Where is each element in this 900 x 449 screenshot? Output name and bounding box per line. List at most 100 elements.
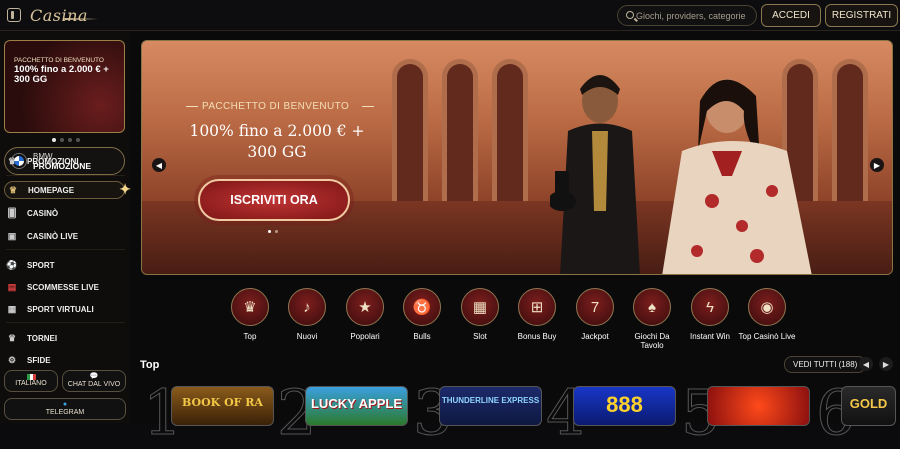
category-top-casino-live[interactable]: ◉ Top Casinò Live [738, 288, 796, 341]
category-instant-win[interactable]: ϟ Instant Win [681, 288, 739, 341]
logo-swash [64, 18, 98, 20]
sidebar-item-tornei[interactable]: ♛ TORNEI [6, 331, 57, 345]
game-tile[interactable]: BOOK OF RA [171, 386, 274, 426]
sidebar-item-label: CASINÒ LIVE [27, 231, 79, 241]
sidebar-item-label: SCOMMESSE LIVE [27, 282, 100, 292]
language-label: ITALIANO [15, 380, 47, 387]
gift-box-icon: ⊞ [518, 288, 556, 326]
game-title: GOLD [849, 396, 888, 411]
category-label: Top [243, 332, 257, 341]
search-box[interactable] [617, 5, 757, 26]
category-slot[interactable]: ▦ Slot [451, 288, 509, 341]
sidebar-promo-card[interactable]: PACCHETTO DI BENVENUTO 100% fino a 2.000… [4, 40, 125, 133]
sidebar-item-label: PROMOZIONI [27, 156, 79, 166]
matador-figure [550, 75, 640, 274]
sidebar-item-sport-virtuali[interactable]: ▦ SPORT VIRTUALI [6, 302, 94, 316]
main-content: PACCHETTO DI BENVENUTO 100% fino a 2.000… [131, 32, 900, 444]
sidebar: PACCHETTO DI BENVENUTO 100% fino a 2.000… [0, 32, 131, 423]
sidebar-item-homepage[interactable]: ♕ HOMEPAGE ✦ [4, 181, 131, 199]
dancer-figure [662, 79, 812, 274]
lightning-icon: ϟ [691, 288, 729, 326]
live-chat-button[interactable]: 💬 CHAT DAL VIVO [62, 370, 126, 392]
category-giochi-da-tavolo[interactable]: ♠ Giochi Da Tavolo [623, 288, 681, 350]
search-icon [626, 11, 634, 19]
ornament-right [362, 106, 374, 107]
category-bulls[interactable]: ♉ Bulls [393, 288, 451, 341]
category-label: Slot [473, 332, 487, 341]
top-bar: Casina ACCEDI REGISTRATI [0, 0, 900, 31]
category-label: Bulls [413, 332, 431, 341]
casino-logo[interactable]: Casina [30, 6, 88, 25]
arena-arch [442, 59, 478, 209]
telegram-icon: ● [62, 401, 68, 408]
sidebar-item-label: CASINÒ [27, 208, 59, 218]
sidebar-item-label: SFIDE [27, 355, 51, 365]
sidebar-item-casino[interactable]: 🂠 CASINÒ [6, 206, 58, 220]
telegram-button[interactable]: ● TELEGRAM [4, 398, 126, 420]
category-top[interactable]: ♛ Top [221, 288, 279, 341]
category-label: Top Casinò Live [738, 332, 796, 341]
game-title: 888 [606, 392, 643, 417]
sidebar-item-scommesse-live[interactable]: ▤ SCOMMESSE LIVE [6, 280, 99, 294]
category-bar: ♛ Top ♪ Nuovi ★ Popolari ♉ Bulls ▦ Slot ⊞ Bonu… [221, 288, 851, 358]
carousel-next-icon[interactable]: ▶ [879, 357, 893, 371]
game-title: BOOK OF RA [182, 396, 263, 409]
divider [6, 249, 125, 250]
telegram-label: TELEGRAM [45, 409, 85, 416]
hero-title: 100% fino a 2.000 € + 300 GG [189, 122, 365, 161]
sidebar-item-sport[interactable]: ⚽ SPORT [6, 258, 55, 272]
see-all-button[interactable]: VEDI TUTTI (188) [784, 356, 867, 373]
promo-carousel-dots [52, 138, 80, 142]
game-title: LUCKY APPLE [310, 396, 402, 411]
divider [6, 322, 125, 323]
category-label: Bonus Buy [517, 332, 557, 341]
game-tile[interactable]: GOLD [841, 386, 896, 426]
sidebar-item-promozioni[interactable]: ♛ PROMOZIONI [6, 154, 79, 168]
hero-prev-arrow-icon[interactable]: ◀ [152, 158, 166, 172]
game-title: THUNDERLINE EXPRESS [441, 396, 540, 405]
register-button[interactable]: REGISTRATI [825, 4, 898, 27]
carousel-prev-icon[interactable]: ◀ [859, 357, 873, 371]
promo-eyebrow: PACCHETTO DI BENVENUTO [14, 57, 104, 64]
arena-arch [832, 59, 868, 209]
challenge-icon: ⚙ [7, 354, 17, 365]
seven-icon: 7 [576, 288, 614, 326]
category-bonus-buy[interactable]: ⊞ Bonus Buy [508, 288, 566, 341]
game-tile[interactable]: LUCKY APPLE [305, 386, 408, 426]
category-popolari[interactable]: ★ Popolari [336, 288, 394, 341]
hero-next-arrow-icon[interactable]: ▶ [870, 158, 884, 172]
login-button[interactable]: ACCEDI [761, 4, 821, 27]
live-bet-icon: ▤ [7, 281, 17, 292]
ball-icon: ⚽ [6, 259, 18, 270]
chat-label: CHAT DAL VIVO [67, 381, 121, 388]
signup-cta-button[interactable]: ISCRIVITI ORA [198, 179, 350, 221]
sparkle-icon: ✦ [119, 181, 131, 197]
cards-icon: ♠ [633, 288, 671, 326]
hero-subtitle: PACCHETTO DI BENVENUTO [202, 101, 350, 112]
sidebar-item-label: TORNEI [27, 333, 58, 343]
arena-arch [392, 59, 428, 209]
game-tile[interactable] [707, 386, 810, 426]
category-label: Instant Win [689, 332, 730, 341]
sidebar-item-label: SPORT VIRTUALI [27, 304, 94, 314]
game-tile[interactable]: 888 [573, 386, 676, 426]
sidebar-item-sfide[interactable]: ⚙ SFIDE [6, 353, 51, 367]
language-selector[interactable]: ITALIANO [4, 370, 58, 392]
trophy-icon: ♛ [7, 332, 17, 343]
cards-icon: 🂠 [7, 207, 17, 218]
game-tile[interactable]: THUNDERLINE EXPRESS [439, 386, 542, 426]
sidebar-item-label: SPORT [27, 260, 55, 270]
promo-headline: 100% fino a 2.000 € + 300 GG [14, 64, 109, 85]
sidebar-toggle-icon[interactable] [7, 8, 21, 22]
sidebar-item-casino-live[interactable]: ▣ CASINÒ LIVE [6, 229, 78, 243]
section-title-top: Top [140, 359, 160, 371]
chat-icon: 💬 [89, 373, 99, 380]
search-input[interactable] [636, 8, 754, 24]
crown-icon: ♛ [231, 288, 269, 326]
category-nuovi[interactable]: ♪ Nuovi [278, 288, 336, 341]
category-jackpot[interactable]: 7 Jackpot [566, 288, 624, 341]
category-label: Popolari [350, 332, 380, 341]
hero-banner[interactable]: PACCHETTO DI BENVENUTO 100% fino a 2.000… [141, 40, 893, 275]
chip-icon: ◉ [748, 288, 786, 326]
gift-icon: ♛ [7, 155, 17, 166]
